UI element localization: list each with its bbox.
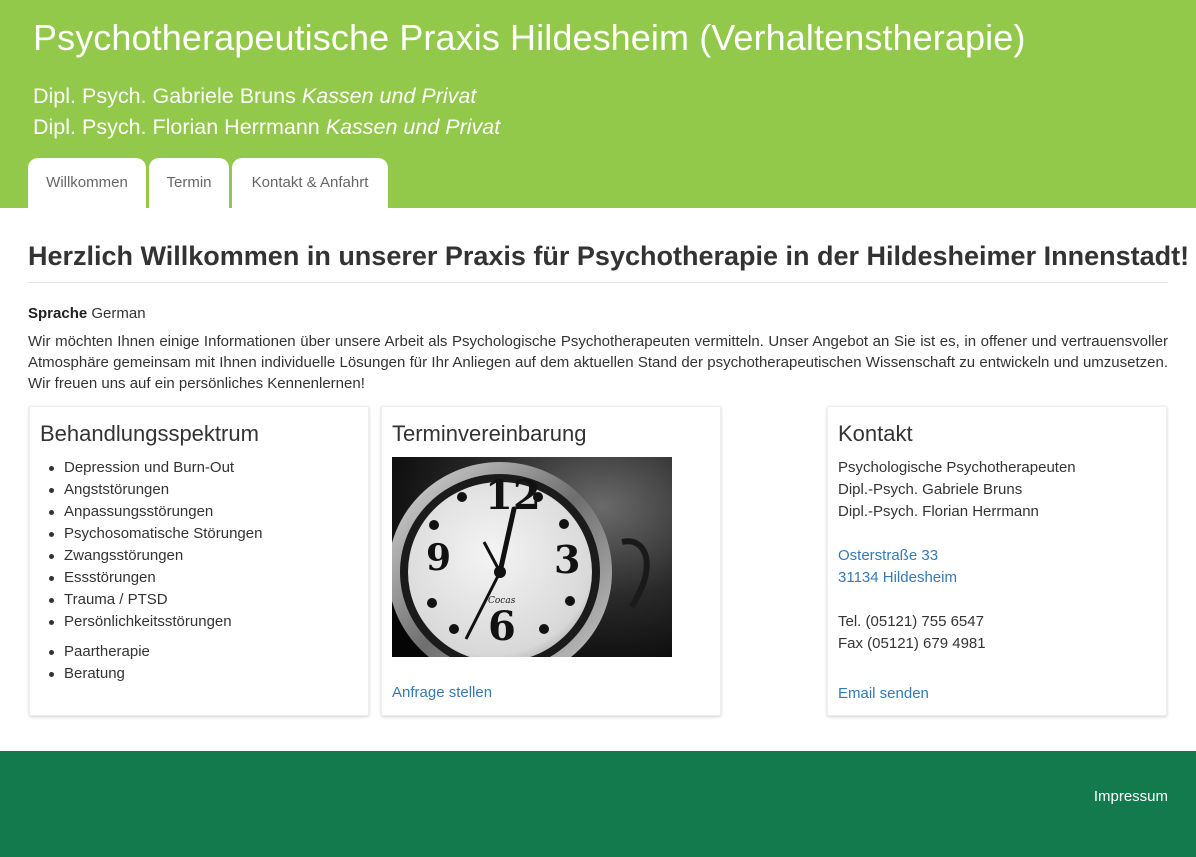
therapist-name-2: Dipl. Psych. Florian Herrmann xyxy=(33,115,320,139)
site-header: Psychotherapeutische Praxis Hildesheim (… xyxy=(0,0,1196,208)
tab-termin[interactable]: Termin xyxy=(149,158,229,208)
language-info: Sprache German xyxy=(28,305,146,322)
list-item: Zwangsstörungen xyxy=(44,545,262,567)
impressum-link[interactable]: Impressum xyxy=(1094,788,1168,805)
svg-text:3: 3 xyxy=(554,537,580,582)
therapist-note-2: Kassen und Privat xyxy=(325,115,501,139)
alarm-clock-image: 12 9 3 6 Cocas xyxy=(392,457,672,657)
appointment-card: Terminvereinbarung 12 9 3 6 Cocas Anfrag… xyxy=(381,406,721,716)
tab-kontakt-anfahrt[interactable]: Kontakt & Anfahrt xyxy=(232,158,388,208)
contact-line: Dipl.-Psych. Gabriele Bruns xyxy=(838,481,1023,498)
request-link[interactable]: Anfrage stellen xyxy=(392,684,492,701)
contact-title: Kontakt xyxy=(838,421,913,446)
site-footer: Impressum xyxy=(0,751,1196,857)
address-city-link[interactable]: 31134 Hildesheim xyxy=(838,567,1076,589)
svg-text:9: 9 xyxy=(426,537,451,579)
list-item: Trauma / PTSD xyxy=(44,589,262,611)
spectrum-card: Behandlungsspektrum Depression und Burn-… xyxy=(29,406,369,716)
list-item: Depression und Burn-Out xyxy=(44,457,262,479)
heading-divider xyxy=(28,282,1168,283)
contact-card: Kontakt Psychologische Psychotherapeuten… xyxy=(827,406,1167,716)
svg-text:6: 6 xyxy=(488,603,516,650)
intro-text: Wir möchten Ihnen einige Informationen ü… xyxy=(28,333,1168,392)
page-heading: Herzlich Willkommen in unserer Praxis fü… xyxy=(28,241,1190,271)
fax-number: Fax (05121) 679 4981 xyxy=(838,635,986,652)
spectrum-list: Depression und Burn-Out Angststörungen A… xyxy=(44,457,262,633)
spectrum-list-2: Paartherapie Beratung xyxy=(44,641,150,685)
list-item: Psychosomatische Störungen xyxy=(44,523,262,545)
list-item: Essstörungen xyxy=(44,567,262,589)
contact-spacer xyxy=(838,589,1076,611)
contact-line: Psychologische Psychotherapeuten xyxy=(838,459,1076,476)
appointment-title: Terminvereinbarung xyxy=(392,421,587,446)
list-item: Paartherapie xyxy=(44,641,150,663)
list-item: Beratung xyxy=(44,663,150,685)
list-item: Persönlichkeitsstörungen xyxy=(44,611,262,633)
list-item: Angststörungen xyxy=(44,479,262,501)
site-title: Psychotherapeutische Praxis Hildesheim (… xyxy=(33,17,1026,58)
spectrum-title: Behandlungsspektrum xyxy=(40,421,259,446)
language-label: Sprache xyxy=(28,305,88,322)
therapist-name-1: Dipl. Psych. Gabriele Bruns xyxy=(33,84,296,108)
contact-spacer xyxy=(838,523,1076,545)
contact-line: Dipl.-Psych. Florian Herrmann xyxy=(838,503,1039,520)
list-item: Anpassungsstörungen xyxy=(44,501,262,523)
email-link[interactable]: Email senden xyxy=(838,685,929,702)
therapist-line-2: Dipl. Psych. Florian Herrmann Kassen und… xyxy=(33,115,500,140)
tab-willkommen[interactable]: Willkommen xyxy=(28,158,146,208)
language-value: German xyxy=(91,305,146,322)
therapist-line-1: Dipl. Psych. Gabriele Bruns Kassen und P… xyxy=(33,84,476,109)
therapist-note-1: Kassen und Privat xyxy=(301,84,477,108)
address-street-link[interactable]: Osterstraße 33 xyxy=(838,545,1076,567)
phone-number: Tel. (05121) 755 6547 xyxy=(838,613,984,630)
clock-illustration: 12 9 3 6 Cocas xyxy=(392,457,672,657)
contact-details: Psychologische Psychotherapeuten Dipl.-P… xyxy=(838,457,1076,655)
clock-brand: Cocas xyxy=(488,596,516,606)
